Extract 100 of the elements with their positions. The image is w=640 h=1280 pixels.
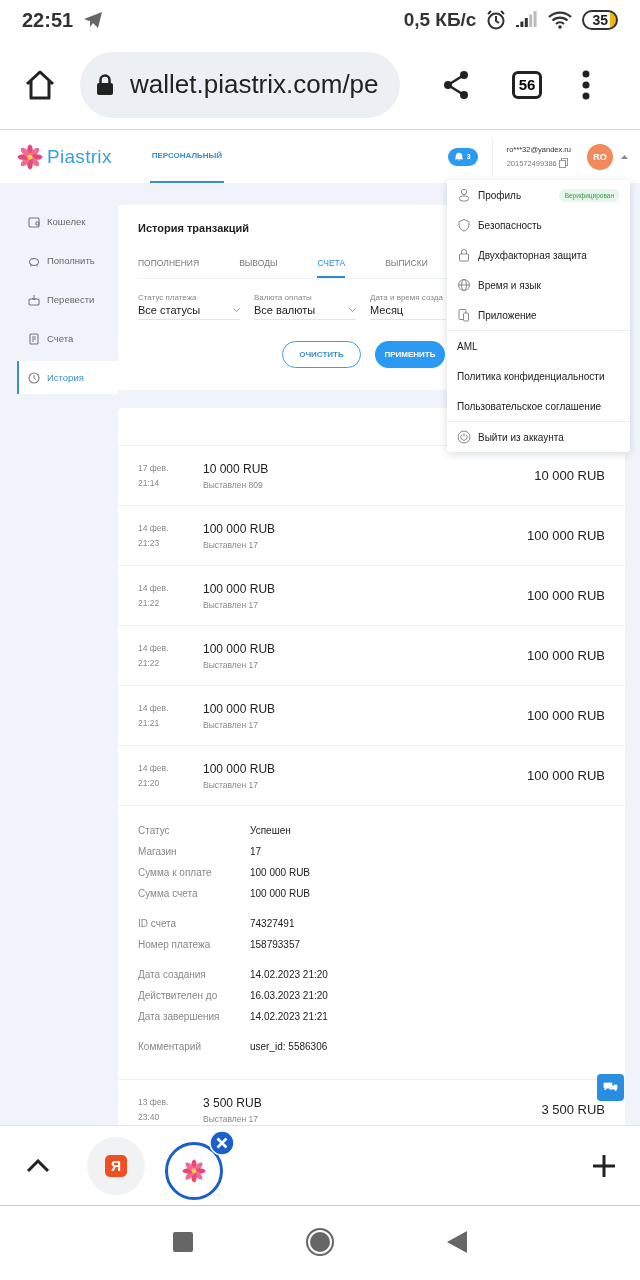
invoice-time: 23:40 (138, 1112, 161, 1122)
sidebar-item[interactable]: Перевести (17, 283, 118, 316)
invoice-time: 21:20 (138, 778, 161, 788)
url-text: wallet.piastrix.com/pe (130, 69, 379, 100)
menu-item[interactable]: Безопасность (447, 210, 630, 240)
invoice-amount: 3 500 RUB (203, 1095, 262, 1110)
power-icon (457, 430, 471, 444)
sidebar-item[interactable]: Счета (17, 322, 118, 355)
invoice-amount: 10 000 RUB (203, 461, 269, 476)
more-menu-icon (582, 69, 590, 100)
document-icon (28, 332, 40, 345)
detail-label: Магазин (138, 846, 178, 857)
flower-icon (182, 1158, 206, 1183)
clock-icon (28, 371, 40, 384)
menu-item-label: Двухфакторная защита (478, 249, 587, 261)
filter-value: Все валюты (254, 304, 316, 316)
detail-value: user_id: 5586306 (250, 1041, 328, 1052)
browser-tab[interactable] (163, 1129, 235, 1202)
filter-label: Статус платежа (138, 293, 198, 302)
invoice-amount: 100 000 RUB (203, 521, 276, 536)
home-icon (24, 68, 56, 101)
menu-item-label: AML (457, 340, 478, 352)
battery-indicator: 35 (582, 10, 618, 30)
clear-button[interactable]: ОЧИСТИТЬ (282, 341, 361, 368)
detail-label: Номер платежа (138, 939, 212, 950)
history-tab[interactable]: ПОПОЛНЕНИЯ (138, 250, 200, 278)
caret-icon (621, 154, 628, 159)
invoice-row[interactable]: 14 фев. 21:22 100 000 RUB Выставлен 17 100 000 RUB (118, 626, 625, 686)
address-bar[interactable]: wallet.piastrix.com/pe (80, 51, 400, 118)
invoice-total: 100 000 RUB (526, 528, 605, 543)
nav-tab[interactable]: ПЕРСОНАЛЬНЫЙ (149, 130, 225, 183)
menu-item-label: Приложение (478, 309, 537, 321)
detail-value: 100 000 RUB (250, 867, 311, 878)
lock-icon (96, 73, 114, 96)
invoice-subtitle: Выставлен 17 (203, 539, 260, 550)
filter-label: Валюта оплаты (254, 293, 313, 302)
menu-item[interactable]: AML (447, 331, 630, 361)
menu-item-label: Время и язык (478, 279, 541, 291)
chevron-down-icon (349, 308, 356, 312)
copy-icon (558, 158, 568, 168)
invoice-time: 21:22 (138, 658, 161, 668)
detail-label: Комментарий (138, 1041, 202, 1052)
globe-icon (457, 278, 471, 292)
invoice-row[interactable]: 14 фев. 21:20 100 000 RUB Выставлен 17 100 000 RUB (118, 746, 625, 806)
chat-button[interactable] (597, 1074, 624, 1101)
menu-item-label: Профиль (478, 189, 522, 201)
back-button[interactable] (447, 1231, 467, 1256)
detail-label: Сумма к оплате (138, 867, 213, 878)
invoice-date: 13 фев. (138, 1097, 170, 1107)
invoice-amount: 100 000 RUB (203, 581, 276, 596)
detail-value: 100 000 RUB (250, 888, 311, 899)
filter-dropdown[interactable]: Валюта оплаты Все валюты (254, 293, 356, 320)
clock-time: 22:51 (22, 8, 74, 32)
invoice-row[interactable]: 14 фев. 21:21 100 000 RUB Выставлен 17 100 000 RUB (118, 686, 625, 746)
chevron-down-icon (233, 308, 240, 312)
menu-item[interactable]: Двухфакторная защита (447, 240, 630, 270)
flower-logo-icon (17, 143, 43, 170)
invoice-time: 21:14 (138, 478, 161, 488)
history-tab[interactable]: ВЫПИСКИ (385, 250, 428, 278)
history-tab[interactable]: ВЫВОДЫ (239, 250, 278, 278)
menu-item-label: Выйти из аккаунта (478, 431, 564, 443)
share-icon (442, 69, 470, 100)
tab-count-button[interactable]: 56 (512, 70, 542, 99)
filter-dropdown[interactable]: Статус платежа Все статусы (138, 293, 240, 320)
invoice-total: 100 000 RUB (526, 768, 605, 783)
sidebar-item[interactable]: История (17, 361, 118, 394)
card-title: История транзакций (138, 221, 250, 234)
recents-button[interactable] (173, 1232, 193, 1255)
filter-dropdown[interactable]: Дата и время созда Месяц (370, 293, 446, 320)
invoice-date: 14 фев. (138, 643, 170, 653)
chat-icon (603, 1081, 618, 1094)
history-tab[interactable]: СЧЕТА (317, 250, 346, 278)
invoice-total: 100 000 RUB (526, 648, 605, 663)
invoice-date: 17 фев. (138, 463, 170, 473)
person-icon (457, 188, 471, 202)
filter-label: Дата и время созда (370, 293, 444, 302)
alarm-clock-icon (486, 10, 507, 30)
sidebar-item[interactable]: Пополнить (17, 244, 118, 277)
menu-item[interactable]: Приложение (447, 300, 630, 330)
invoice-time: 21:22 (138, 598, 161, 608)
invoice-row[interactable]: 14 фев. 21:23 100 000 RUB Выставлен 17 100 000 RUB (118, 506, 625, 566)
menu-item[interactable]: Политика конфиденциальности (447, 361, 630, 391)
menu-item-label: Пользовательское соглашение (457, 400, 602, 412)
menu-item[interactable]: Время и язык (447, 270, 630, 300)
signal-icon (516, 11, 539, 29)
shield-icon (457, 218, 471, 232)
menu-item[interactable]: Пользовательское соглашение (447, 391, 630, 421)
devices-icon (457, 308, 471, 322)
detail-label: Дата завершения (138, 1011, 221, 1022)
browser-tab[interactable]: Я (87, 1136, 145, 1195)
paper-plane-icon (83, 11, 104, 29)
invoice-subtitle: Выставлен 809 (203, 479, 264, 490)
chevron-up-icon (26, 1158, 50, 1173)
filter-value: Все статусы (138, 304, 201, 316)
invoice-subtitle: Выставлен 17 (203, 659, 260, 670)
transfer-icon (28, 293, 40, 306)
sidebar-item[interactable]: Кошелек (17, 205, 118, 238)
detail-label: Сумма счета (138, 888, 199, 899)
menu-item-label: Безопасность (478, 219, 542, 231)
invoice-row[interactable]: 14 фев. 21:22 100 000 RUB Выставлен 17 100 000 RUB (118, 566, 625, 626)
